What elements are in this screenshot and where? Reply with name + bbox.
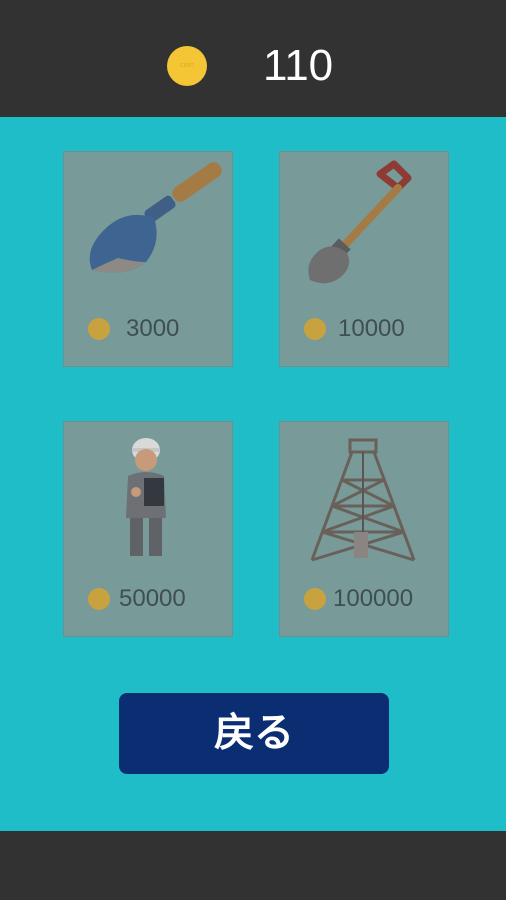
shop-item-drilling-tower[interactable]: 100000 (279, 421, 449, 637)
drilling-tower-icon (310, 438, 416, 562)
price-coin-icon (304, 588, 326, 610)
top-bar: coin 110 (0, 0, 506, 117)
worker-icon (126, 438, 166, 556)
price-row: 100000 (280, 584, 448, 614)
coin-icon-label: coin (179, 61, 195, 69)
item-price: 10000 (338, 315, 405, 342)
price-row: 10000 (280, 314, 448, 344)
back-button[interactable]: 戻る (119, 693, 389, 774)
item-price: 3000 (126, 315, 180, 342)
coin-icon: coin (167, 46, 207, 86)
price-coin-icon (88, 318, 110, 340)
shovel-icon (308, 160, 412, 284)
price-row: 50000 (64, 584, 232, 614)
item-price: 50000 (119, 585, 186, 612)
price-row: 3000 (64, 314, 232, 344)
price-coin-icon (88, 588, 110, 610)
coin-count: 110 (263, 41, 334, 90)
shop-item-worker[interactable]: 50000 (63, 421, 233, 637)
price-coin-icon (304, 318, 326, 340)
shop-item-trowel[interactable]: 3000 (63, 151, 233, 367)
item-price: 100000 (333, 585, 414, 612)
trowel-icon (89, 162, 222, 273)
shop-item-shovel[interactable]: 10000 (279, 151, 449, 367)
bottom-bar (0, 831, 506, 900)
